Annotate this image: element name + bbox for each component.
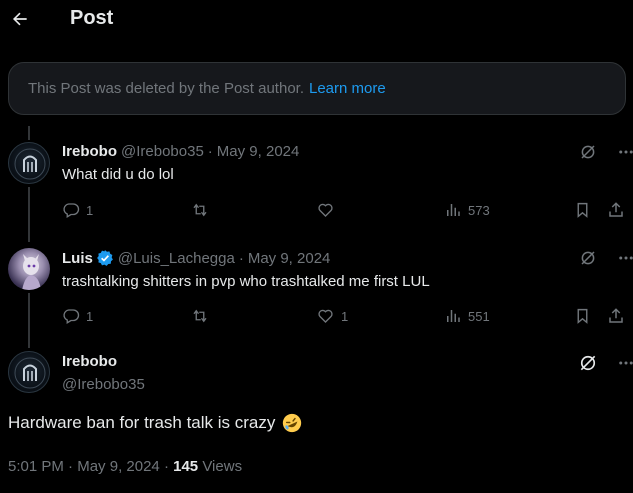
more-icon[interactable] (616, 353, 633, 373)
top-bar: Post (0, 0, 633, 40)
views-label: Views (202, 458, 243, 475)
repost-icon (193, 203, 207, 217)
like-count: 1 (341, 308, 349, 324)
bookmark-button[interactable] (574, 201, 591, 219)
reply-top-icons (578, 248, 633, 268)
share-icon (609, 308, 623, 323)
share-icon (609, 202, 623, 217)
author-handle[interactable]: @Irebobo35 (62, 376, 145, 393)
views-button[interactable]: 573 (444, 201, 490, 219)
thread-line (28, 126, 30, 140)
reply-top-icons (578, 142, 633, 162)
post-date[interactable]: May 9, 2024 (77, 458, 160, 475)
post-top-icons (578, 353, 633, 373)
learn-more-link[interactable]: Learn more (309, 80, 386, 97)
separator: · (163, 458, 169, 475)
reply-count: 1 (86, 308, 94, 324)
post-date[interactable]: May 9, 2024 (217, 143, 300, 160)
rolling-on-floor-laughing-emoji-icon (281, 412, 303, 434)
post-body: Hardware ban for trash talk is crazy (8, 412, 303, 434)
luis-avatar-icon (22, 254, 41, 290)
reply-header: Luis @Luis_Lachegga · May 9, 2024 (62, 249, 330, 267)
repost-button[interactable] (190, 201, 216, 219)
reply-button[interactable]: 1 (62, 201, 93, 219)
more-icon[interactable] (616, 142, 633, 162)
avatar[interactable] (8, 351, 50, 393)
analytics-icon (447, 204, 460, 216)
avatar[interactable] (8, 142, 50, 184)
bookmark-button[interactable] (574, 307, 591, 325)
reply-count: 1 (86, 202, 94, 218)
repost-icon (193, 309, 207, 323)
reply-header: Irebobo @Irebobo35 · May 9, 2024 (62, 143, 299, 160)
page-title: Post (70, 7, 114, 29)
thread-line (28, 187, 30, 242)
post-time[interactable]: 5:01 PM (8, 458, 64, 475)
thread-line (28, 293, 30, 348)
share-button[interactable] (607, 201, 625, 219)
irebobo-logo-icon (14, 148, 46, 180)
separator: · (238, 249, 244, 267)
bookmark-icon (577, 202, 588, 218)
heart-icon (318, 309, 333, 323)
view-count: 551 (468, 308, 490, 324)
views-count: 145 (173, 458, 199, 475)
verified-badge-icon[interactable] (96, 249, 114, 267)
arrow-left-icon (12, 12, 27, 26)
share-button[interactable] (607, 307, 625, 325)
author-name[interactable]: Luis (62, 250, 93, 267)
grok-icon[interactable] (578, 353, 598, 373)
analytics-icon (447, 310, 460, 322)
view-count: 573 (468, 202, 490, 218)
bookmark-icon (577, 308, 588, 324)
like-button[interactable]: 1 (316, 307, 348, 325)
deleted-post-notice: This Post was deleted by the Post author… (8, 62, 626, 115)
author-handle[interactable]: @Irebobo35 (121, 143, 204, 160)
post-text: Hardware ban for trash talk is crazy (8, 413, 276, 432)
comment-icon (63, 203, 80, 218)
post-date[interactable]: May 9, 2024 (248, 250, 331, 267)
more-icon[interactable] (616, 248, 633, 268)
like-button[interactable] (316, 201, 341, 219)
reply-text: trashtalking shitters in pvp who trashta… (62, 273, 430, 290)
repost-button[interactable] (190, 307, 216, 325)
irebobo-logo-icon (14, 357, 46, 389)
reply-button[interactable]: 1 (62, 307, 93, 325)
heart-icon (318, 203, 333, 217)
deleted-notice-text: This Post was deleted by the Post author… (28, 80, 304, 97)
author-handle[interactable]: @Luis_Lachegga (118, 250, 235, 267)
back-button[interactable] (8, 6, 32, 32)
author-name[interactable]: Irebobo (62, 143, 117, 160)
reply-text: What did u do lol (62, 166, 174, 183)
separator: · (68, 458, 74, 475)
separator: · (207, 143, 213, 160)
author-name[interactable]: Irebobo (62, 353, 117, 370)
post-meta: 5:01 PM · May 9, 2024 · 145 Views (8, 458, 242, 475)
avatar[interactable] (8, 248, 50, 290)
grok-icon[interactable] (578, 248, 598, 268)
grok-icon[interactable] (578, 142, 598, 162)
comment-icon (63, 309, 80, 324)
views-button[interactable]: 551 (444, 307, 490, 325)
